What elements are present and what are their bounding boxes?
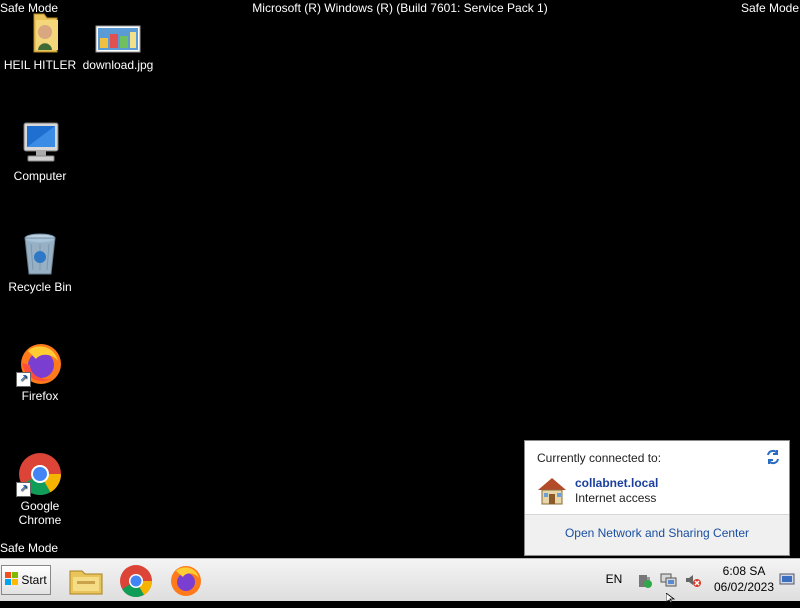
desktop-icon-download-jpg[interactable]: download.jpg xyxy=(78,10,158,72)
shortcut-arrow-icon: ↗ xyxy=(16,482,31,497)
show-desktop-icon[interactable] xyxy=(779,571,795,587)
start-label: Start xyxy=(21,573,47,587)
popup-footer: Open Network and Sharing Center xyxy=(525,514,789,555)
taskbar: Start EN 6:08 SA 06/02/2023 xyxy=(0,558,800,601)
refresh-icon[interactable] xyxy=(765,449,781,465)
system-clock[interactable]: 6:08 SA 06/02/2023 xyxy=(704,563,784,595)
file-explorer-icon xyxy=(69,570,103,595)
firefox-icon: ↗ xyxy=(16,341,64,387)
recycle-bin-icon xyxy=(16,232,64,278)
network-name: collabnet.local xyxy=(575,476,659,490)
desktop-icon-label: download.jpg xyxy=(82,58,154,72)
folder-icon xyxy=(16,10,64,56)
clock-date: 06/02/2023 xyxy=(713,580,775,594)
desktop-icon-firefox[interactable]: ↗ Firefox xyxy=(0,341,80,403)
start-button[interactable]: Start xyxy=(1,565,51,595)
taskbar-firefox-button[interactable] xyxy=(168,563,204,599)
desktop-icon-heil-hitler-folder[interactable]: HEIL HITLER xyxy=(0,10,80,72)
volume-muted-icon[interactable] xyxy=(684,571,702,589)
network-tray-icon[interactable] xyxy=(660,571,678,589)
clock-time: 6:08 SA xyxy=(722,564,766,578)
desktop-icon-label: Google Chrome xyxy=(18,499,62,527)
desktop-icon-recycle-bin[interactable]: Recycle Bin xyxy=(0,232,80,294)
desktop-icon-google-chrome[interactable]: ↗ Google Chrome xyxy=(0,451,80,527)
desktop-icon-label: Recycle Bin xyxy=(8,280,72,294)
desktop-icon-computer[interactable]: Computer xyxy=(0,121,80,183)
network-status: Internet access xyxy=(575,491,657,505)
desktop-icon-label: Computer xyxy=(13,169,67,183)
windows-logo-icon xyxy=(5,571,19,589)
desktop-icon-label: HEIL HITLER xyxy=(3,58,77,72)
safe-mode-label-top-right: Safe Mode xyxy=(740,1,799,15)
desktop-icon-label: Firefox xyxy=(21,389,59,403)
taskbar-file-explorer-button[interactable] xyxy=(68,563,104,599)
network-connection-popup: Currently connected to: collabnet.local … xyxy=(524,440,790,556)
safe-mode-label-bottom-left: Safe Mode xyxy=(0,541,59,555)
shortcut-arrow-icon: ↗ xyxy=(16,372,31,387)
action-center-icon[interactable] xyxy=(636,571,654,589)
firefox-icon xyxy=(171,566,201,596)
image-file-icon xyxy=(94,10,142,56)
computer-icon xyxy=(16,121,64,167)
popup-header: Currently connected to: xyxy=(537,451,662,465)
chrome-icon: ↗ xyxy=(16,451,64,497)
language-indicator[interactable]: EN xyxy=(599,569,629,589)
chrome-icon xyxy=(120,565,153,598)
mouse-cursor-icon xyxy=(665,590,676,604)
taskbar-chrome-button[interactable] xyxy=(118,563,154,599)
open-network-sharing-center-link[interactable]: Open Network and Sharing Center xyxy=(525,526,789,540)
house-network-icon xyxy=(535,475,569,505)
